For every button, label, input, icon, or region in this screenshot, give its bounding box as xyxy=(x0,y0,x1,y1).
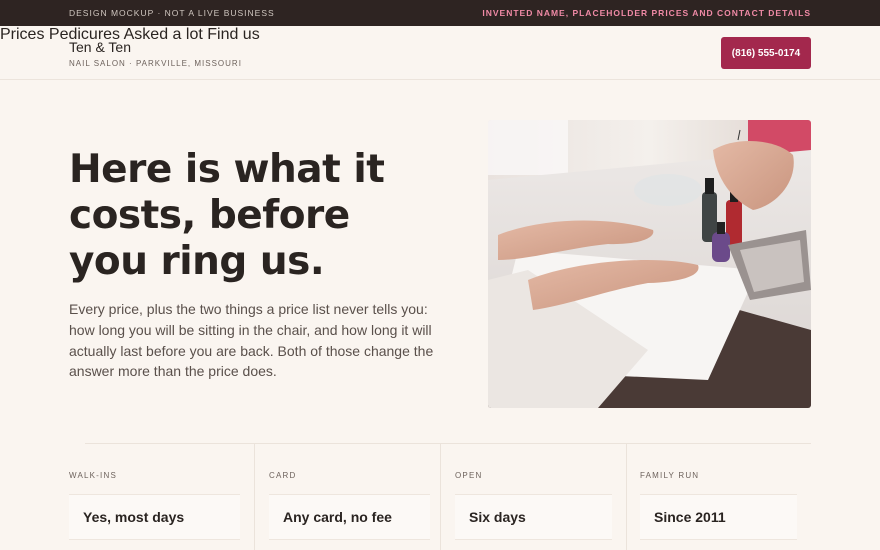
fact-value: Six days xyxy=(455,494,612,540)
mockup-notice: DESIGN MOCKUP · NOT A LIVE BUSINESS xyxy=(69,8,275,18)
brand-name: Ten & Ten xyxy=(69,39,132,55)
hero-title: Here is what it costs, before you ring u… xyxy=(69,147,385,284)
nav-prices[interactable]: Prices xyxy=(0,26,44,43)
fact-value: Any card, no fee xyxy=(269,494,430,540)
placeholder-notice: INVENTED NAME, PLACEHOLDER PRICES AND CO… xyxy=(482,8,811,18)
notice-bar: DESIGN MOCKUP · NOT A LIVE BUSINESS INVE… xyxy=(0,0,880,26)
fact-value: Since 2011 xyxy=(640,494,797,540)
fact-value: Yes, most days xyxy=(69,494,240,540)
fact-label: FAMILY RUN xyxy=(640,471,700,480)
fact-label: OPEN xyxy=(455,471,483,480)
brand[interactable]: Ten & Ten NAIL SALON · PARKVILLE, MISSOU… xyxy=(69,39,242,68)
site-header: Ten & Ten NAIL SALON · PARKVILLE, MISSOU… xyxy=(0,26,880,80)
manicure-photo xyxy=(488,120,811,408)
fact-label: WALK-INS xyxy=(69,471,117,480)
fact-label: CARD xyxy=(269,471,297,480)
brand-tagline: NAIL SALON · PARKVILLE, MISSOURI xyxy=(69,59,242,68)
hero-body: Every price, plus the two things a price… xyxy=(69,301,434,380)
phone-button[interactable]: (816) 555-0174 xyxy=(721,37,811,69)
